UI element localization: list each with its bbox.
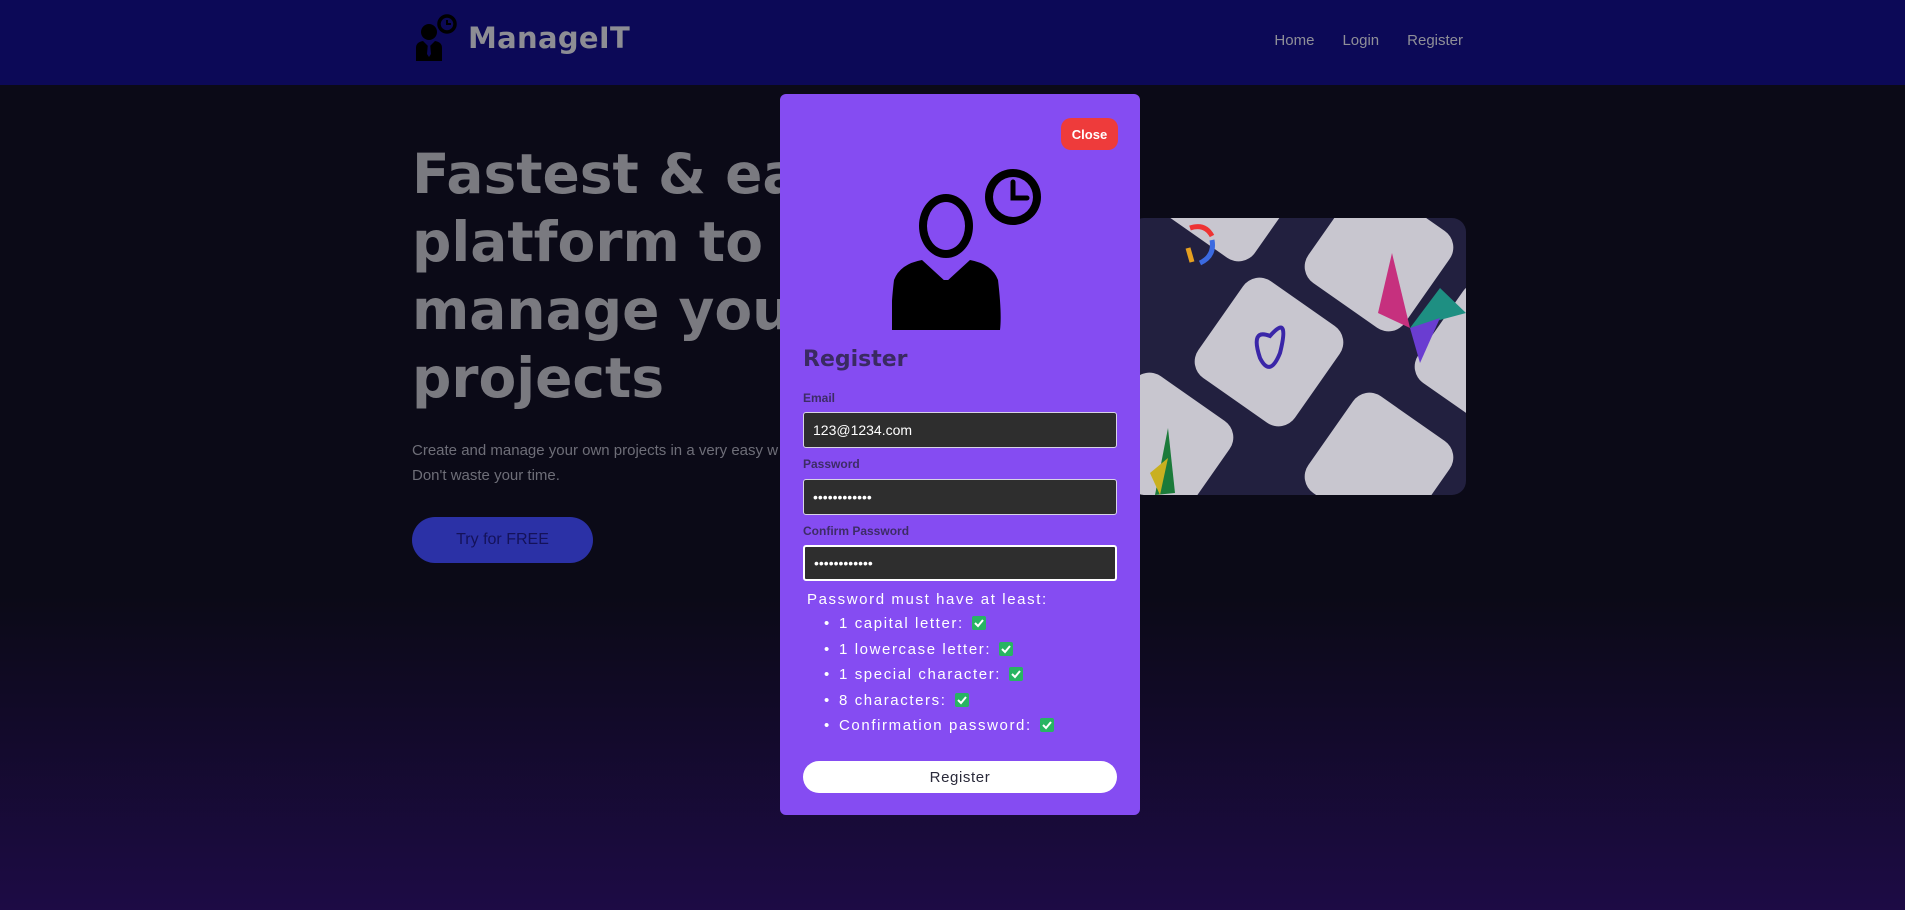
check-icon [999, 641, 1014, 656]
password-rule: • 8 characters: [818, 688, 1054, 714]
register-modal: Close Register Email Password Confirm Pa… [780, 94, 1140, 815]
nav-link-login[interactable]: Login [1342, 32, 1379, 49]
password-rule-text: 1 special character: [839, 666, 1002, 683]
register-submit-button[interactable]: Register [803, 761, 1117, 793]
password-rules-title: Password must have at least: [807, 591, 1048, 608]
nav-link-register[interactable]: Register [1407, 32, 1463, 49]
app-logos [1150, 224, 1466, 495]
password-rules-list: • 1 capital letter: • 1 lowercase letter: … [818, 611, 1054, 739]
password-rule-text: 8 characters: [839, 691, 947, 709]
password-rule: • 1 capital letter: [818, 611, 1054, 637]
email-label: Email [803, 391, 836, 405]
password-rule-text: 1 capital letter: [839, 615, 964, 632]
password-rule: • 1 lowercase letter: [818, 637, 1054, 663]
check-icon [954, 692, 969, 707]
nav-link-home[interactable]: Home [1274, 32, 1314, 49]
navbar: ManageIT Home Login Register [0, 0, 1905, 85]
email-field[interactable] [803, 412, 1117, 448]
password-label: Password [803, 457, 860, 471]
close-button[interactable]: Close [1061, 118, 1118, 150]
check-icon [971, 616, 986, 630]
password-rule-text: Confirmation password: [839, 717, 1032, 734]
brand[interactable]: ManageIT [412, 14, 630, 62]
password-field[interactable] [803, 479, 1117, 515]
confirm-password-field[interactable] [803, 545, 1117, 581]
check-icon [1009, 667, 1024, 681]
try-free-button[interactable]: Try for FREE [412, 517, 593, 563]
main-nav: Home Login Register [1274, 32, 1463, 49]
manager-clock-icon [892, 169, 1041, 330]
manager-clock-icon [416, 14, 457, 61]
password-rule: • Confirmation password: [818, 713, 1054, 739]
brand-name: ManageIT [468, 21, 631, 55]
password-rule: • 1 special character: [818, 662, 1054, 688]
modal-title: Register [803, 347, 908, 372]
hero-app-icons-image [1130, 218, 1466, 495]
password-rule-text: 1 lowercase letter: [839, 640, 992, 658]
confirm-password-label: Confirm Password [803, 524, 910, 538]
check-icon [1039, 718, 1054, 732]
